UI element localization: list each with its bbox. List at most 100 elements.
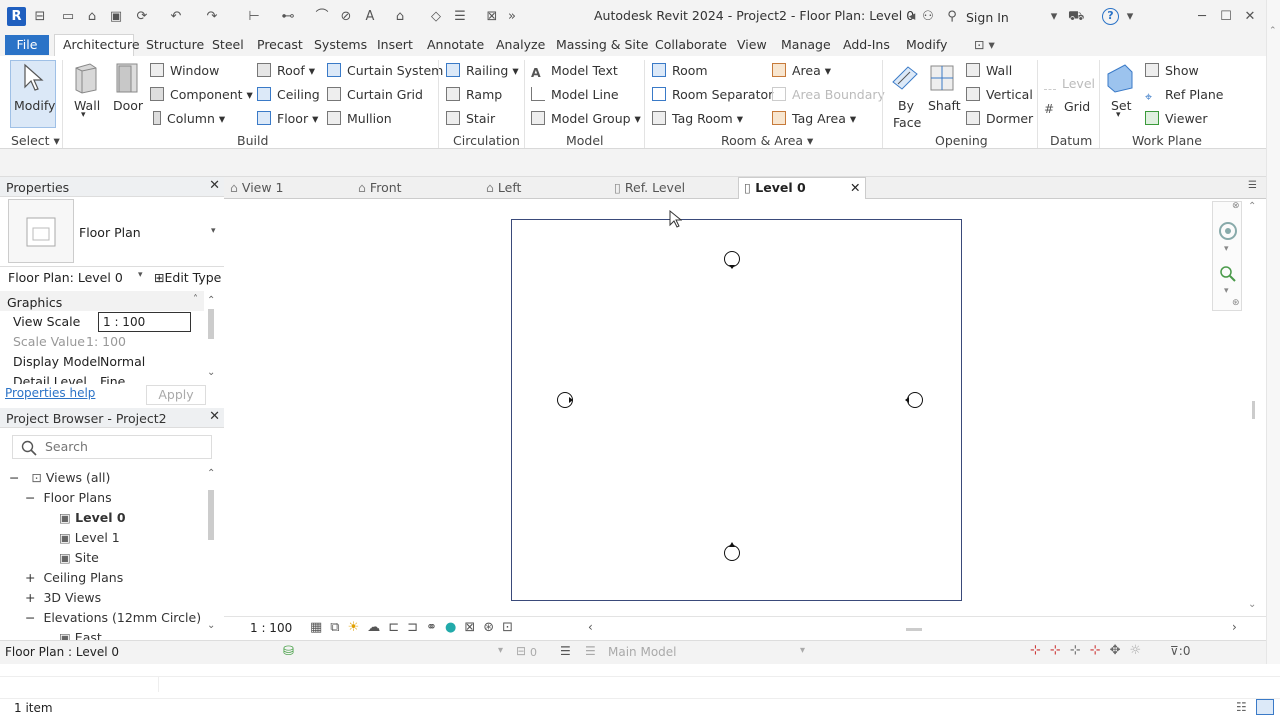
scroll-down-icon[interactable]: ⌄ [1248,599,1256,610]
help-icon[interactable]: ? [1102,8,1119,25]
model-text-button[interactable]: A Model Text [531,63,618,80]
model-dropdown-icon[interactable]: ▾ [800,645,805,656]
ribbon-toggle-icon[interactable]: ⊡ ▾ [974,37,995,52]
by-face-label-2[interactable]: Face [893,115,921,130]
tree-node-elevations[interactable]: − Elevations (12mm Circle) [25,610,201,625]
apply-button[interactable]: Apply [146,385,206,405]
tab-insert[interactable]: Insert [377,37,413,52]
wall-dropdown-icon[interactable]: ▾ [81,110,86,120]
instance-filter[interactable]: Floor Plan: Level 0 [8,270,123,285]
minimize-icon[interactable]: ─ [1194,9,1210,25]
details-view-icon[interactable]: ☷ [1236,700,1247,714]
type-selector-dropdown-icon[interactable]: ▾ [211,226,216,236]
detail-level-icon[interactable]: ▦ [310,620,330,635]
analytical-model-icon[interactable]: ⊛ [483,620,502,635]
tab-massing-site[interactable]: Massing & Site [556,37,649,52]
set-button[interactable]: Set [1111,98,1132,113]
temp-hide-icon[interactable]: ⚭ [426,620,445,635]
drag-elements-icon[interactable]: ✥ [1110,643,1130,658]
constraints-icon[interactable]: ⊡ [502,620,521,635]
crop-view-icon[interactable]: ⊏ [388,620,407,635]
background-process-icon[interactable]: ☼ [1130,643,1151,658]
workset-icon[interactable]: ⊟ [516,644,526,658]
tab-systems[interactable]: Systems [314,37,367,52]
tab-annotate[interactable]: Annotate [427,37,484,52]
floor-button[interactable]: Floor ▾ [257,111,318,126]
tree-node-east[interactable]: ▣ East [59,630,102,640]
workset-dropdown-icon[interactable]: ▾ [498,645,503,656]
collapse-icon[interactable]: ˄ [193,294,198,305]
collapse-icon[interactable]: − [9,470,19,485]
editable-only-icon[interactable]: ⛁ [283,644,294,659]
settings-icon[interactable]: ⊛ [1232,298,1240,308]
ceiling-button[interactable]: Ceiling [257,87,320,102]
select-underlay-icon[interactable]: ⊹ [1050,643,1070,658]
collapse-icon[interactable]: − [25,610,35,625]
tab-menu-icon[interactable]: ☰ [1248,180,1257,191]
vertical-scroll-thumb[interactable] [1252,401,1255,419]
tab-structure[interactable]: Structure [146,37,204,52]
tab-analyze[interactable]: Analyze [496,37,545,52]
type-selector[interactable]: Floor Plan [79,225,141,240]
drawing-canvas[interactable]: ⊗ ▾ ▾ ⊛ ⌃ ⌄ [224,199,1266,616]
tab-add-ins[interactable]: Add-Ins [843,37,890,52]
section-icon[interactable]: ◇ [428,9,444,25]
tree-node-level-1[interactable]: ▣ Level 1 [59,530,120,545]
wall-button[interactable]: Wall [74,98,100,113]
tab-view-1[interactable]: ⌂ View 1 [230,180,284,195]
area-boundary-button[interactable]: Area Boundary [772,87,885,102]
tab-manage[interactable]: Manage [781,37,831,52]
new-icon[interactable]: ▭ [60,9,76,25]
zoom-icon[interactable] [1218,264,1238,284]
tab-architecture[interactable]: Architecture [63,37,140,52]
scroll-up-icon[interactable]: ⌃ [1248,201,1256,212]
panel-expand-icon[interactable]: ⌃ [1269,26,1277,36]
expand-icon[interactable]: + [25,590,35,605]
sync-icon[interactable]: ⟳ [134,9,150,25]
wall-opening-button[interactable]: Wall [966,63,1012,78]
select-links-icon[interactable]: ⊹ [1030,643,1050,658]
sign-in-button[interactable]: Sign In [966,10,1009,25]
tab-collaborate[interactable]: Collaborate [655,37,727,52]
design-options-icon[interactable]: ☰ [560,644,571,658]
text-icon[interactable]: A [362,9,378,25]
mullion-button[interactable]: Mullion [327,111,392,126]
horizontal-scroll-thumb[interactable] [906,628,922,631]
cart-icon[interactable]: ⛟ [1068,9,1084,25]
view-scale-input[interactable]: 1 : 100 [98,312,191,332]
group-select[interactable]: Select ▾ [11,133,60,148]
tag-room-button[interactable]: Tag Room ▾ [652,111,743,126]
user-icon[interactable]: ⚲ [944,9,960,25]
select-by-face-icon[interactable]: ⊹ [1090,643,1110,658]
tree-node-site[interactable]: ▣ Site [59,550,99,565]
shaft-button[interactable]: Shaft [928,98,961,113]
dropdown-icon[interactable]: ▾ [1224,286,1229,296]
area-button[interactable]: Area ▾ [772,63,831,78]
browser-search-input[interactable] [45,439,195,454]
tag-icon[interactable]: ⌒ [314,9,330,25]
preview-pane-icon[interactable] [1256,699,1274,715]
tree-node-views-all[interactable]: − ⊡ Views (all) [9,470,110,485]
reveal-hidden-icon[interactable]: ● [445,620,464,635]
tree-node-floor-plans[interactable]: − Floor Plans [25,490,112,505]
close-hidden-icon[interactable]: ⊠ [484,9,500,25]
vertical-opening-button[interactable]: Vertical [966,87,1033,102]
steering-wheel-icon[interactable] [1217,220,1239,242]
by-face-label-1[interactable]: By [898,98,914,113]
tree-node-3d-views[interactable]: + 3D Views [25,590,101,605]
tab-front[interactable]: ⌂ Front [358,180,402,195]
stair-button[interactable]: Stair [446,111,495,126]
select-pinned-icon[interactable]: ⊹ [1070,643,1090,658]
show-button[interactable]: Show [1145,63,1199,78]
tab-file[interactable]: File [5,35,49,55]
maximize-icon[interactable]: ☐ [1218,9,1234,25]
model-line-button[interactable]: Model Line [531,87,619,102]
ramp-button[interactable]: Ramp [446,87,502,102]
visual-style-icon[interactable]: ⧉ [330,620,347,635]
show-crop-icon[interactable]: ⊐ [407,620,426,635]
tree-node-ceiling-plans[interactable]: + Ceiling Plans [25,570,123,585]
thin-lines-icon[interactable]: ☰ [452,9,468,25]
tab-left[interactable]: ⌂ Left [486,180,521,195]
close-icon[interactable]: ⊗ [1232,201,1240,211]
filter-button[interactable]: ⊽:0 [1170,644,1190,658]
